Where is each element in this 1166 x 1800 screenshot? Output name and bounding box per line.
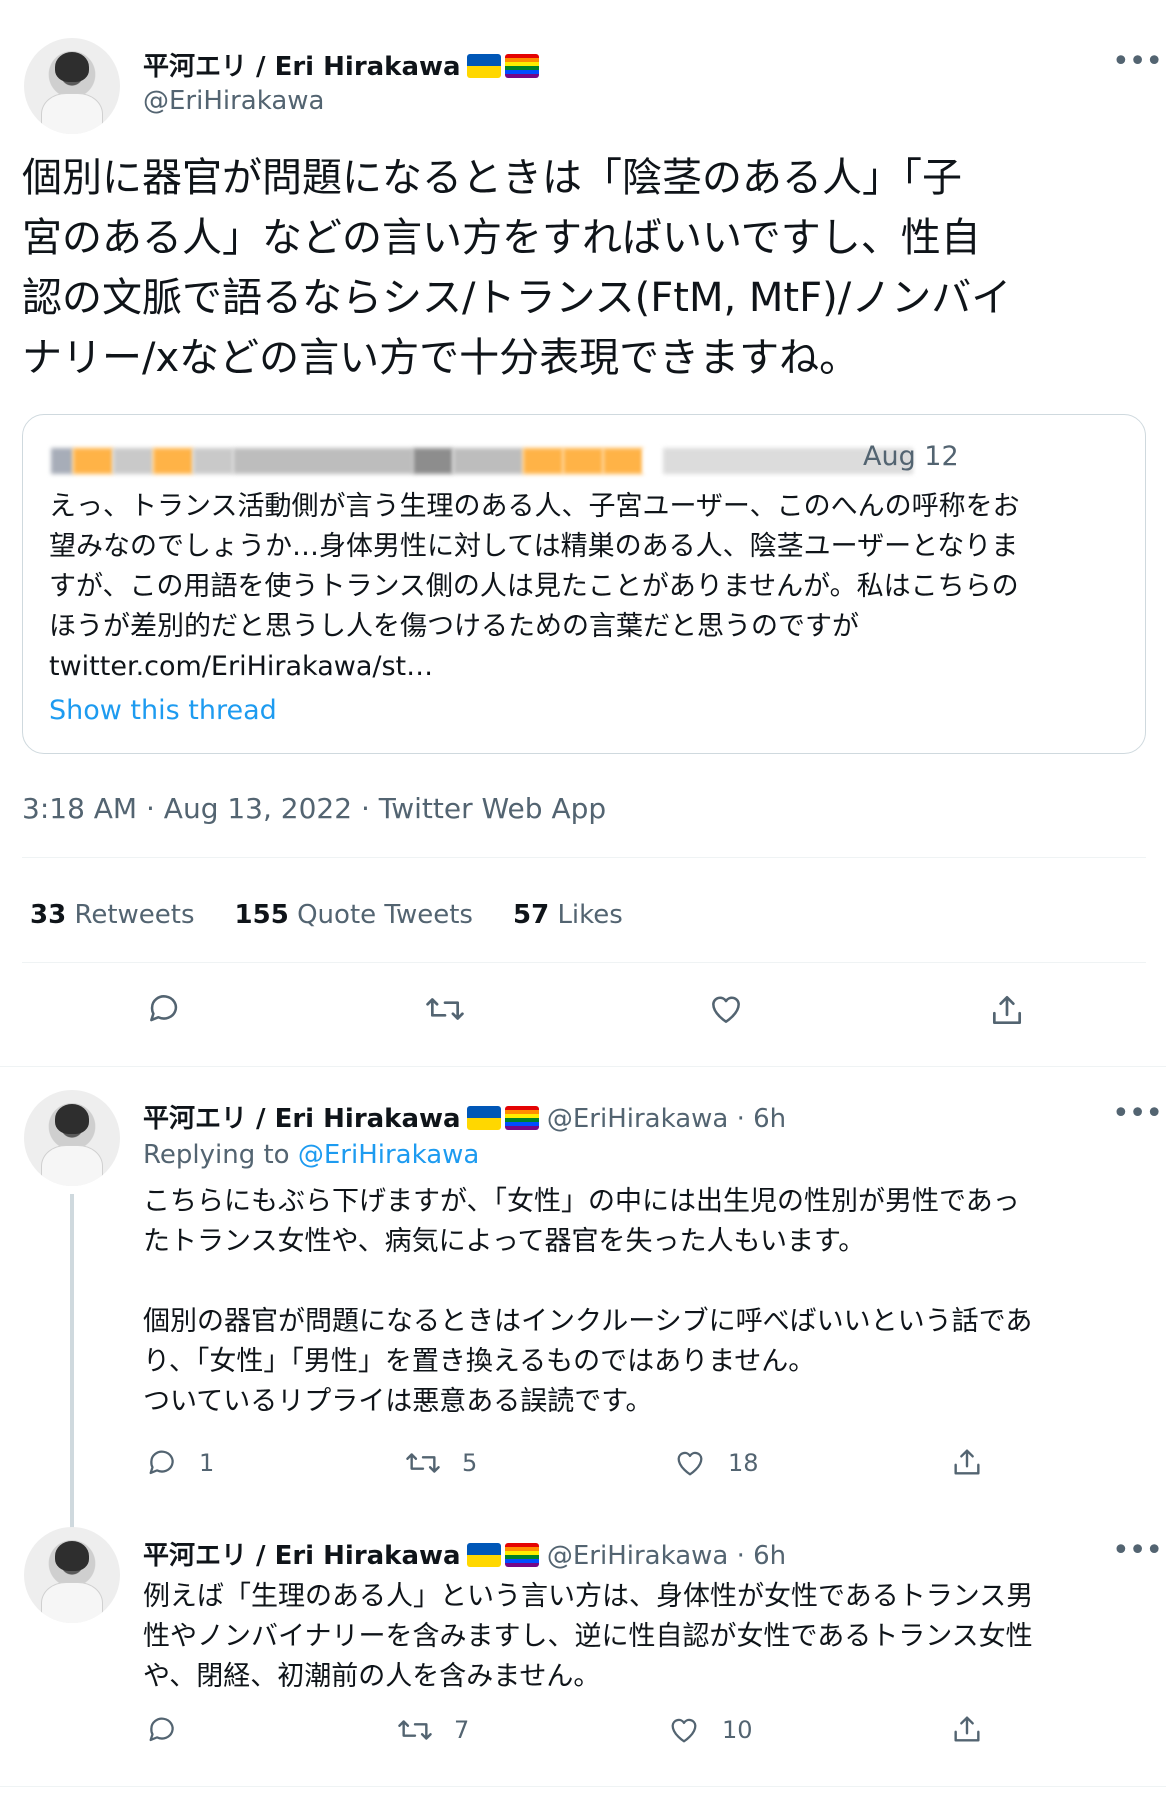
replying-to: Replying to @EriHirakawa — [143, 1140, 479, 1170]
reply-count: 1 — [199, 1449, 215, 1477]
share-button[interactable] — [950, 1444, 984, 1480]
replying-to-handle[interactable]: @EriHirakawa — [298, 1140, 479, 1170]
author-name-text: 平河エリ / Eri Hirakawa — [143, 52, 461, 82]
like-count: 18 — [728, 1449, 759, 1477]
more-options-icon[interactable]: ••• — [1112, 1096, 1163, 1131]
quoted-text: えっ、トランス活動側が言う生理のある人、子宮ユーザー、このへんの呼称をお 望みな… — [49, 491, 1020, 642]
retweet-button[interactable]: 7 — [396, 1713, 469, 1747]
quoted-date[interactable]: Aug 12 — [863, 441, 959, 472]
likes-stat[interactable]: 57 Likes — [513, 900, 623, 930]
retweets-count: 33 — [30, 900, 67, 930]
quotes-label: Quote Tweets — [297, 900, 473, 930]
reply-icon — [149, 1717, 174, 1742]
likes-label: Likes — [557, 900, 623, 930]
share-icon — [954, 1716, 980, 1742]
reply-icon — [150, 995, 178, 1022]
divider — [0, 1786, 1166, 1787]
retweet-icon — [398, 1720, 432, 1740]
reply-button[interactable]: 1 — [145, 1446, 214, 1480]
likes-count: 57 — [512, 900, 550, 930]
reply-header: 平河エリ / Eri Hirakawa @EriHirakawa · 6h — [143, 1098, 786, 1135]
reply-handle-time[interactable]: @EriHirakawa · 6h — [547, 1541, 786, 1571]
reply-author-name[interactable]: 平河エリ / Eri Hirakawa — [143, 1541, 461, 1571]
quoted-link[interactable]: twitter.com/EriHirakawa/st… — [49, 651, 433, 682]
like-button[interactable]: 10 — [666, 1713, 753, 1747]
rainbow-flag-icon — [504, 1106, 539, 1130]
like-count: 10 — [722, 1716, 753, 1744]
tweet-timestamp[interactable]: 3:18 AM · Aug 13, 2022 · Twitter Web App — [22, 792, 606, 825]
show-thread-link[interactable]: Show this thread — [49, 695, 277, 726]
heart-icon — [712, 996, 740, 1023]
heart-icon — [671, 1718, 697, 1743]
rainbow-flag-icon — [504, 1543, 539, 1567]
retweets-label: Retweets — [74, 900, 195, 930]
avatar[interactable] — [24, 1090, 120, 1186]
divider — [22, 962, 1146, 963]
share-button[interactable] — [988, 990, 1026, 1030]
heart-icon — [677, 1451, 703, 1476]
engagement-stats: 33 Retweets 155 Quote Tweets 57 Likes — [30, 900, 623, 930]
retweets-stat[interactable]: 33 Retweets — [30, 900, 195, 930]
divider — [22, 857, 1146, 858]
retweet-button[interactable]: 5 — [404, 1446, 477, 1480]
quoted-tweet[interactable]: Aug 12 えっ、トランス活動側が言う生理のある人、子宮ユーザー、このへんの呼… — [22, 414, 1146, 754]
retweet-icon — [426, 998, 464, 1020]
reply-text: 例えば「生理のある人」という言い方は、身体性が女性であるトランス男 性やノンバイ… — [143, 1581, 1034, 1692]
quote-tweets-stat[interactable]: 155 Quote Tweets — [235, 900, 473, 930]
reply-button[interactable] — [145, 990, 183, 1028]
reply-button[interactable] — [145, 1713, 199, 1747]
reply-author-name[interactable]: 平河エリ / Eri Hirakawa — [143, 1104, 461, 1134]
more-options-icon[interactable]: ••• — [1112, 1533, 1163, 1568]
avatar[interactable] — [24, 38, 120, 134]
share-button[interactable] — [950, 1711, 984, 1747]
reply-header: 平河エリ / Eri Hirakawa @EriHirakawa · 6h — [143, 1535, 786, 1572]
more-options-icon[interactable]: ••• — [1112, 44, 1163, 79]
retweet-count: 5 — [462, 1449, 478, 1477]
like-button[interactable]: 18 — [672, 1446, 759, 1480]
ukraine-flag-icon — [466, 54, 501, 78]
ukraine-flag-icon — [466, 1543, 501, 1567]
reply-text: こちらにもぶら下げますが、「女性」の中には出生児の性別が男性であっ たトランス女… — [143, 1186, 1033, 1417]
divider — [0, 1066, 1166, 1067]
blurred-author — [51, 445, 913, 477]
retweet-button[interactable] — [424, 990, 466, 1028]
rainbow-flag-icon — [504, 54, 539, 78]
reply-icon — [149, 1450, 174, 1475]
like-button[interactable] — [706, 990, 746, 1028]
author-handle[interactable]: @EriHirakawa — [143, 86, 324, 116]
quotes-count: 155 — [234, 900, 289, 930]
retweet-icon — [406, 1453, 440, 1473]
ukraine-flag-icon — [466, 1106, 501, 1130]
avatar[interactable] — [24, 1527, 120, 1623]
share-icon — [992, 995, 1022, 1025]
tweet-text: 個別に器官が問題になるときは「陰茎のある人」「子 宮のある人」などの言い方をすれ… — [22, 155, 1012, 381]
author-name[interactable]: 平河エリ / Eri Hirakawa — [143, 46, 539, 83]
replying-to-label: Replying to — [143, 1140, 290, 1170]
share-icon — [954, 1449, 980, 1475]
retweet-count: 7 — [454, 1716, 470, 1744]
reply-handle-time[interactable]: @EriHirakawa · 6h — [547, 1104, 786, 1134]
